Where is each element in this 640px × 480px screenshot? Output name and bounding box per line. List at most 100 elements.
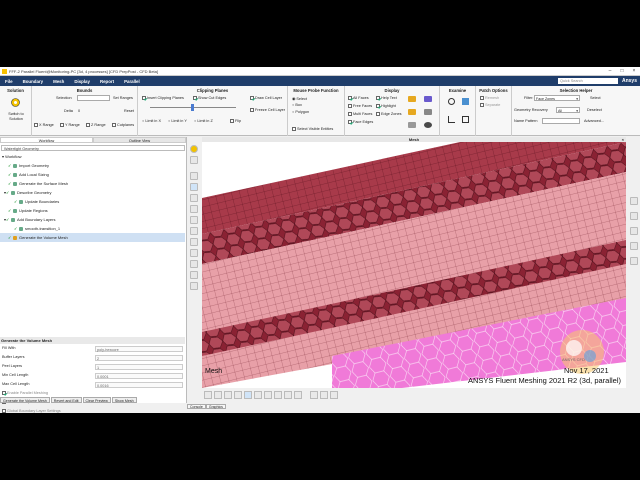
menu-report[interactable]: Report	[95, 79, 119, 84]
separate-checkbox[interactable]: Separate	[480, 103, 500, 107]
zoom-icon[interactable]	[190, 205, 198, 213]
limit-x-radio[interactable]: ○ Limit in X	[142, 119, 161, 123]
view-icon[interactable]	[424, 122, 432, 128]
settings-icon[interactable]	[630, 257, 638, 265]
draw-cell-layer-checkbox[interactable]: Draw Cell Layer	[250, 96, 282, 100]
workflow-type-select[interactable]: Watertight Geometry	[1, 145, 185, 151]
tree-item-generate-volume-mesh[interactable]: ✓ Generate the Volume Mesh	[0, 233, 185, 242]
probe-box-radio[interactable]: ○ Box	[292, 103, 302, 107]
limit-z-radio[interactable]: ○ Limit in Z	[194, 119, 213, 123]
folder-icon[interactable]	[408, 96, 416, 102]
view-x-icon[interactable]	[190, 260, 198, 268]
probe-icon[interactable]	[190, 227, 198, 235]
y-range-checkbox[interactable]: Y Range	[60, 123, 80, 127]
delta-value[interactable]: 0	[78, 109, 80, 113]
min-cell-length-input[interactable]: 0.0001	[95, 372, 183, 379]
max-cell-length-input[interactable]: 0.0016	[95, 381, 183, 388]
reset-button[interactable]: Reset	[124, 109, 134, 113]
tree-item-import-geometry[interactable]: ✓ Import Geometry	[0, 161, 185, 170]
tab-console[interactable]: Console	[187, 404, 206, 409]
clear-preview-button[interactable]: Clear Preview	[82, 397, 111, 403]
examine-axes-icon[interactable]	[448, 116, 455, 123]
name-pattern-input[interactable]	[542, 118, 580, 124]
toolbar-arrow-icon[interactable]	[204, 391, 212, 399]
select-visible-checkbox[interactable]: Select Visible Entities	[292, 127, 333, 131]
menu-mesh[interactable]: Mesh	[48, 79, 69, 84]
table-icon[interactable]	[630, 227, 638, 235]
tab-workflow[interactable]: Workflow	[0, 137, 93, 143]
geometry-recovery-select[interactable]: All ▾	[556, 107, 580, 113]
x-range-checkbox[interactable]: X Range	[34, 123, 54, 127]
toolbar-zoom-in-icon[interactable]	[320, 391, 328, 399]
pan-icon[interactable]	[190, 194, 198, 202]
limit-y-radio[interactable]: ○ Limit in Y	[168, 119, 187, 123]
examine-bbox-icon[interactable]	[462, 116, 469, 123]
menu-parallel[interactable]: Parallel	[119, 79, 145, 84]
tab-outline-view[interactable]: Outline View	[93, 137, 186, 143]
toolbar-select-icon[interactable]	[244, 391, 252, 399]
bounds-selection-input[interactable]	[77, 95, 110, 101]
cutplanes-checkbox[interactable]: Cutplanes	[112, 123, 134, 127]
clipping-slider-handle[interactable]	[191, 104, 194, 111]
multi-faces-checkbox[interactable]: Multi Faces	[348, 112, 372, 116]
examine-zoom-icon[interactable]	[448, 98, 455, 105]
menu-display[interactable]: Display	[69, 79, 95, 84]
graphics-window[interactable]	[202, 142, 626, 388]
colors-icon[interactable]	[408, 109, 416, 115]
highlight-checkbox[interactable]: Highlight	[376, 104, 396, 108]
menu-boundary[interactable]: Boundary	[18, 79, 49, 84]
view-z-icon[interactable]	[190, 282, 198, 290]
flip-checkbox[interactable]: Flip	[230, 119, 241, 123]
rotate-icon[interactable]	[190, 172, 198, 180]
select-icon[interactable]	[190, 183, 198, 191]
free-faces-checkbox[interactable]: Free Faces	[348, 104, 372, 108]
tree-item-generate-surface-mesh[interactable]: ✓ Generate the Surface Mesh	[0, 179, 185, 188]
filter-select[interactable]: Face Zones ▾	[534, 95, 580, 101]
deselect-button[interactable]: Deselect	[587, 108, 602, 112]
tab-graphics[interactable]: Graphics	[205, 404, 226, 409]
image-icon[interactable]	[630, 242, 638, 250]
tree-root[interactable]: ▾ Workflow	[0, 152, 185, 161]
toolbar-probe-icon[interactable]	[310, 391, 318, 399]
report-icon[interactable]	[630, 197, 638, 205]
menu-file[interactable]: File	[0, 79, 18, 84]
revert-and-edit-button[interactable]: Revert and Edit	[50, 397, 82, 403]
all-faces-checkbox[interactable]: All Faces	[348, 96, 369, 100]
help-text-checkbox[interactable]: Help Text	[376, 96, 397, 100]
face-edges-checkbox[interactable]: Face Edges	[348, 120, 373, 124]
tree-item-update-regions[interactable]: ✓ Update Regions	[0, 206, 185, 215]
minimize-icon[interactable]: –	[604, 68, 616, 74]
show-cut-edges-checkbox[interactable]: Show Cut Edges	[193, 96, 226, 100]
option-global-boundary-layer[interactable]: Global Boundary Layer Settings	[0, 407, 185, 413]
advanced-button[interactable]: Advanced...	[584, 119, 604, 123]
view-icon[interactable]	[190, 156, 198, 164]
buffer-layers-input[interactable]: 2	[95, 354, 183, 361]
toolbar-zoom-out-icon[interactable]	[330, 391, 338, 399]
show-mesh-button[interactable]: Show Mesh	[111, 397, 137, 403]
set-ranges-button[interactable]: Set Ranges	[113, 96, 133, 100]
chart-icon[interactable]	[630, 212, 638, 220]
mesh-render[interactable]	[202, 142, 626, 388]
toolbar-shrink-icon[interactable]	[294, 391, 302, 399]
camera-icon[interactable]	[424, 96, 432, 102]
probe-polygon-radio[interactable]: ○ Polygon	[292, 110, 309, 114]
probe-select-radio[interactable]: ◉ Select	[292, 96, 307, 101]
tree-item-add-boundary-layers[interactable]: ▾✓ Add Boundary Layers	[0, 215, 185, 224]
fit-view-icon[interactable]	[190, 145, 198, 153]
remesh-checkbox[interactable]: Remesh	[480, 96, 499, 100]
generate-volume-mesh-button[interactable]: Generate the Volume Mesh	[0, 397, 50, 403]
toolbar-rotate-icon[interactable]	[254, 391, 262, 399]
toolbar-extend-icon[interactable]	[284, 391, 292, 399]
toolbar-fit-icon[interactable]	[274, 391, 282, 399]
insert-clipping-checkbox[interactable]: Insert Clipping Planes	[142, 96, 184, 100]
fill-with-select[interactable]: poly-hexcore	[95, 345, 183, 352]
maximize-icon[interactable]: □	[616, 68, 628, 74]
quick-search-input[interactable]: Quick Search	[557, 78, 618, 84]
z-range-checkbox[interactable]: Z Range	[86, 123, 106, 127]
tree-item-update-boundaries[interactable]: ✓ Update Boundaries	[0, 197, 185, 206]
toolbar-box-icon[interactable]	[264, 391, 272, 399]
toolbar-plus-icon[interactable]	[214, 391, 222, 399]
tree-item-smooth-transition[interactable]: ✓ smooth-transition_1	[0, 224, 185, 233]
toolbar-pencil-icon[interactable]	[224, 391, 232, 399]
select-button[interactable]: Select	[590, 96, 601, 100]
